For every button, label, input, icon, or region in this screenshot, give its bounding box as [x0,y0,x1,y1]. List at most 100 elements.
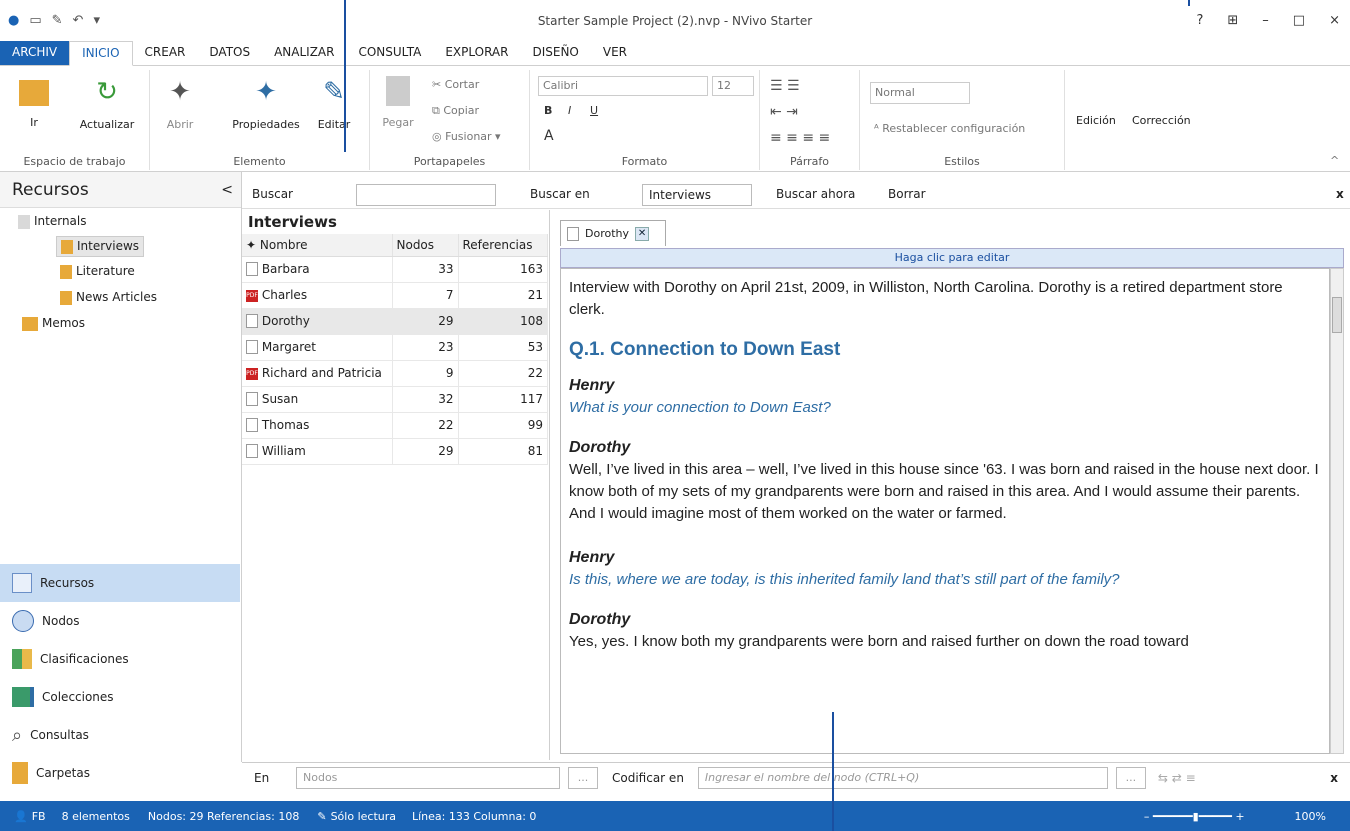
style-select[interactable]: Normal [870,82,970,104]
click-to-edit-bar[interactable]: Haga clic para editar [560,248,1344,268]
folder-icon [61,239,73,254]
properties-button[interactable]: ✦ Propiedades [228,76,304,131]
tab-diseno[interactable]: DISEÑO [520,41,590,65]
minimize-button[interactable]: – [1262,13,1269,28]
doc-tab-dorothy[interactable]: Dorothy ✕ [560,220,666,246]
font-color-button[interactable]: A [544,128,554,144]
tab-crear[interactable]: CREAR [133,41,198,65]
tab-inicio[interactable]: INICIO [69,41,133,66]
table-row[interactable]: Susan 32 117 [242,386,548,413]
indent-icon[interactable]: ⇤ ⇥ [770,104,798,120]
cursor-position: Línea: 133 Columna: 0 [412,809,537,823]
tab-consulta[interactable]: CONSULTA [346,41,433,65]
tab-ver[interactable]: VER [591,41,639,65]
tree-item-literature[interactable]: Literature [60,264,135,279]
code-icons[interactable]: ⇆ ⇄ ≡ [1158,771,1196,785]
in-label: En [254,770,270,785]
size-select[interactable]: 12 [712,76,754,96]
nav-clasificaciones[interactable]: Clasificaciones [0,640,240,678]
table-row[interactable]: Margaret 23 53 [242,334,548,361]
document-body[interactable]: Interview with Dorothy on April 21st, 20… [560,268,1330,754]
table-row[interactable]: Dorothy 29 108 [242,308,548,335]
align-icon[interactable]: ≡ ≡ ≡ ≡ [770,130,830,146]
table-row[interactable]: Thomas 22 99 [242,412,548,439]
group-label-workspace: Espacio de trabajo [23,155,126,168]
table-row[interactable]: PDF Charles 7 21 [242,282,548,309]
vertical-scrollbar[interactable] [1330,268,1344,754]
clear-button[interactable]: Borrar [888,187,926,201]
find-scope-field[interactable]: Interviews [642,184,752,206]
close-find-button[interactable]: x [1336,187,1344,201]
find-in-label[interactable]: Buscar en [530,187,590,201]
close-button[interactable]: × [1329,13,1340,28]
column-header-name[interactable]: ✦ Nombre [242,234,393,257]
cell-refs: 53 [458,334,548,361]
cell-name: Thomas [242,412,393,439]
help-button[interactable]: ? [1196,13,1203,28]
nav-consultas[interactable]: ⌕ Consultas [0,716,240,754]
tree-item-internals[interactable]: Internals [18,214,87,229]
node-name-input[interactable]: Ingresar el nombre del nodo (CTRL+Q) [697,766,1108,789]
paste-button[interactable]: Pegar [378,76,418,129]
navigation-pane: Recursos < Internals Interviews Literatu… [0,172,242,784]
table-row[interactable]: Barbara 33 163 [242,256,548,283]
font-select[interactable]: Calibri [538,76,708,96]
nav-nodos[interactable]: Nodos [0,602,240,640]
restore-ribbon-icon[interactable]: ⊞ [1227,13,1238,28]
list-icon[interactable]: ☰ ☰ [770,78,800,94]
nodes-select[interactable]: Nodos [296,766,560,789]
nav-carpetas[interactable]: Carpetas [0,754,240,792]
merge-button[interactable]: ◎ Fusionar ▾ [432,130,501,143]
document-icon [246,392,258,407]
close-coding-bar[interactable]: x [1330,771,1338,785]
go-button[interactable]: Ir [14,76,54,129]
column-header-nodes[interactable]: Nodos [392,234,459,257]
maximize-button[interactable]: □ [1293,13,1305,28]
zoom-slider[interactable]: – ━━━━━━▮━━━━━ + [1144,810,1245,823]
reset-style-button[interactable]: ᴬ Restablecer configuración [874,122,1025,135]
column-header-refs[interactable]: Referencias [458,234,548,257]
table-row[interactable]: William 29 81 [242,438,548,465]
bold-button[interactable]: B [544,104,552,117]
edition-button[interactable]: Edición [1076,114,1116,127]
detail-view: Dorothy ✕ Haga clic para editar Intervie… [552,210,1350,760]
scrollbar-thumb[interactable] [1332,297,1342,333]
italic-button[interactable]: I [568,104,571,117]
browse-node-button[interactable]: ... [1115,766,1146,789]
refresh-icon: ↻ [96,77,118,107]
table-row[interactable]: PDF Richard and Patricia 9 22 [242,360,548,387]
browse-nodes-button[interactable]: ... [568,766,598,789]
coding-info: Nodos: 29 Referencias: 108 [147,809,300,823]
cell-refs: 108 [458,308,548,335]
tab-archiv[interactable]: ARCHIV [0,41,70,65]
cut-button[interactable]: ✂ Cortar [432,78,479,91]
status-bar: 👤 FB 8 elementos Nodos: 29 Referencias: … [0,801,1350,831]
nodes-icon [12,610,34,632]
nav-recursos[interactable]: Recursos [0,564,240,602]
tree-item-interviews[interactable]: Interviews [56,236,145,257]
copy-button[interactable]: ⧉ Copiar [432,104,479,118]
close-tab-button[interactable]: ✕ [635,226,650,241]
tab-explorar[interactable]: EXPLORAR [433,41,520,65]
tree-item-news-articles[interactable]: News Articles [60,290,157,305]
tab-analizar[interactable]: ANALIZAR [262,41,346,65]
tab-datos[interactable]: DATOS [197,41,262,65]
underline-button[interactable]: U [590,104,598,117]
collapse-pane-button[interactable]: < [221,172,233,208]
cell-refs: 81 [458,438,548,465]
group-label-paragraph: Párrafo [789,155,830,168]
refresh-button[interactable]: ↻ Actualizar [72,76,142,131]
ribbon-tabs: ARCHIV INICIO CREAR DATOS ANALIZAR CONSU… [0,41,1350,66]
find-input[interactable] [356,184,496,206]
correction-button[interactable]: Corrección [1132,114,1191,127]
collapse-ribbon-icon[interactable]: ^ [1330,154,1339,167]
edit-button[interactable]: ✎ Editar [314,76,354,131]
group-workspace: Ir ↻ Actualizar Espacio de trabajo [0,70,150,170]
tree-item-memos[interactable]: Memos [22,316,85,331]
find-now-button[interactable]: Buscar ahora [776,187,855,201]
user-initials: FB [31,809,46,823]
sources-icon [12,573,32,593]
magnifier-icon: ⌕ [12,724,23,746]
open-button[interactable]: ✦ Abrir [160,76,200,131]
nav-colecciones[interactable]: Colecciones [0,678,240,716]
